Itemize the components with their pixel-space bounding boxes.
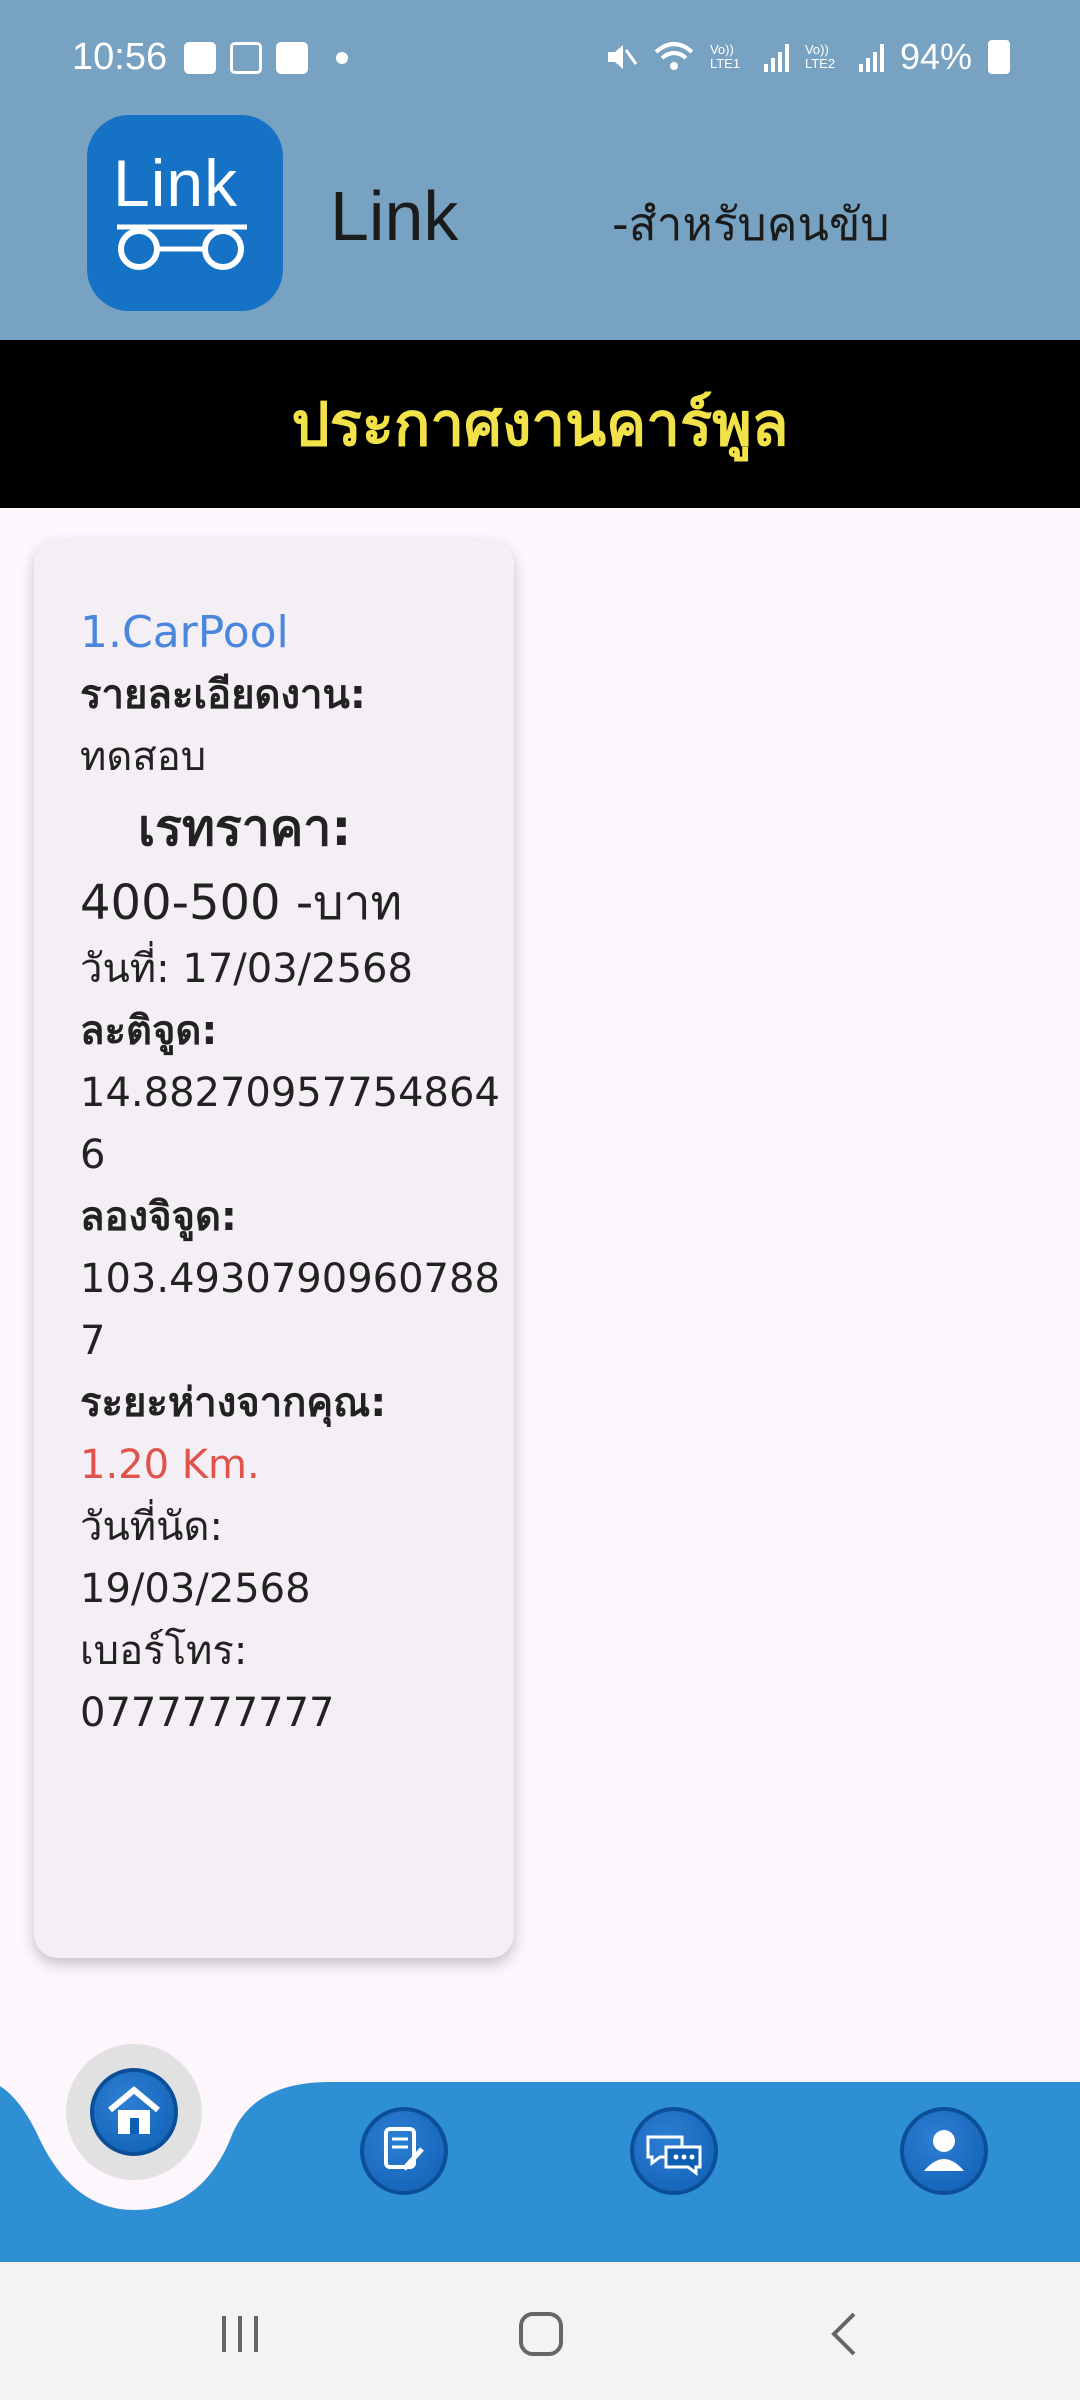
longitude-value: 103.49307909607887 [80, 1256, 500, 1364]
app-header: 10:56 Vo)) LTE1 Vo)) LTE2 94% Link Link … [0, 0, 1080, 340]
post-date: วันที่: 17/03/2568 [80, 946, 413, 992]
recent-apps-icon[interactable] [216, 2312, 266, 2356]
home-circle-icon[interactable] [516, 2312, 566, 2356]
detail-value: ทดสอบ [80, 734, 207, 780]
more-notifications-dot-icon [336, 52, 348, 64]
back-icon[interactable] [820, 2312, 870, 2356]
detail-label: รายละเอียดงาน: [80, 672, 366, 718]
distance-label: ระยะห่างจากคุณ: [80, 1380, 387, 1426]
latitude-value: 14.882709577548646 [80, 1070, 500, 1178]
calendar-icon [276, 42, 308, 74]
page-title: ประกาศงานคาร์พูล [291, 389, 789, 460]
signal-bars-2-icon [858, 42, 884, 72]
nav-post-button[interactable] [360, 2107, 448, 2195]
nav-chat-button[interactable] [630, 2107, 718, 2195]
price-label: เรทราคา: [138, 799, 352, 857]
carpool-card-content: 1.CarPool รายละเอียดงาน: ทดสอบ เรทราคา: … [80, 602, 500, 1744]
missed-call-icon [230, 42, 262, 74]
carpool-card[interactable]: 1.CarPool รายละเอียดงาน: ทดสอบ เรทราคา: … [34, 540, 514, 1958]
app-subtitle: -สำหรับคนขับ [612, 197, 890, 251]
appointment-label: วันที่นัด: [80, 1504, 223, 1550]
wifi-icon [654, 42, 694, 70]
user-icon [924, 2130, 964, 2171]
status-right-area: Vo)) LTE1 Vo)) LTE2 94% [604, 36, 1010, 78]
network-label-2: Vo)) LTE2 [804, 42, 836, 71]
task-icon [184, 42, 216, 74]
edit-note-icon [384, 2127, 424, 2171]
card-title: 1.CarPool [80, 607, 289, 658]
phone-label: เบอร์โทร: [80, 1628, 248, 1674]
distance-value: 1.20 Km. [80, 1442, 260, 1488]
home-icon [108, 2086, 160, 2134]
page-banner: ประกาศงานคาร์พูล [0, 340, 1080, 508]
signal-bars-1-icon [763, 42, 789, 72]
appointment-value: 19/03/2568 [80, 1566, 311, 1612]
nav-home-button[interactable] [90, 2068, 178, 2156]
battery-icon [988, 40, 1010, 74]
mute-icon [607, 45, 638, 69]
battery-percentage: 94% [899, 36, 972, 77]
system-nav-bar [0, 2262, 1080, 2400]
app-logo: Link [87, 115, 283, 311]
latitude-label: ละติจูด: [80, 1008, 218, 1054]
chat-icon [646, 2135, 702, 2176]
notification-icons [184, 42, 348, 74]
status-time: 10:56 [72, 36, 168, 78]
app-name: Link [330, 177, 459, 255]
logo-wheels-icon [117, 224, 247, 270]
price-value: 400-500 -บาท [80, 875, 403, 931]
nav-profile-button[interactable] [900, 2107, 988, 2195]
network-label-1: Vo)) LTE1 [709, 42, 741, 71]
longitude-label: ลองจิจูด: [80, 1194, 237, 1240]
phone-value: 0777777777 [80, 1690, 335, 1736]
